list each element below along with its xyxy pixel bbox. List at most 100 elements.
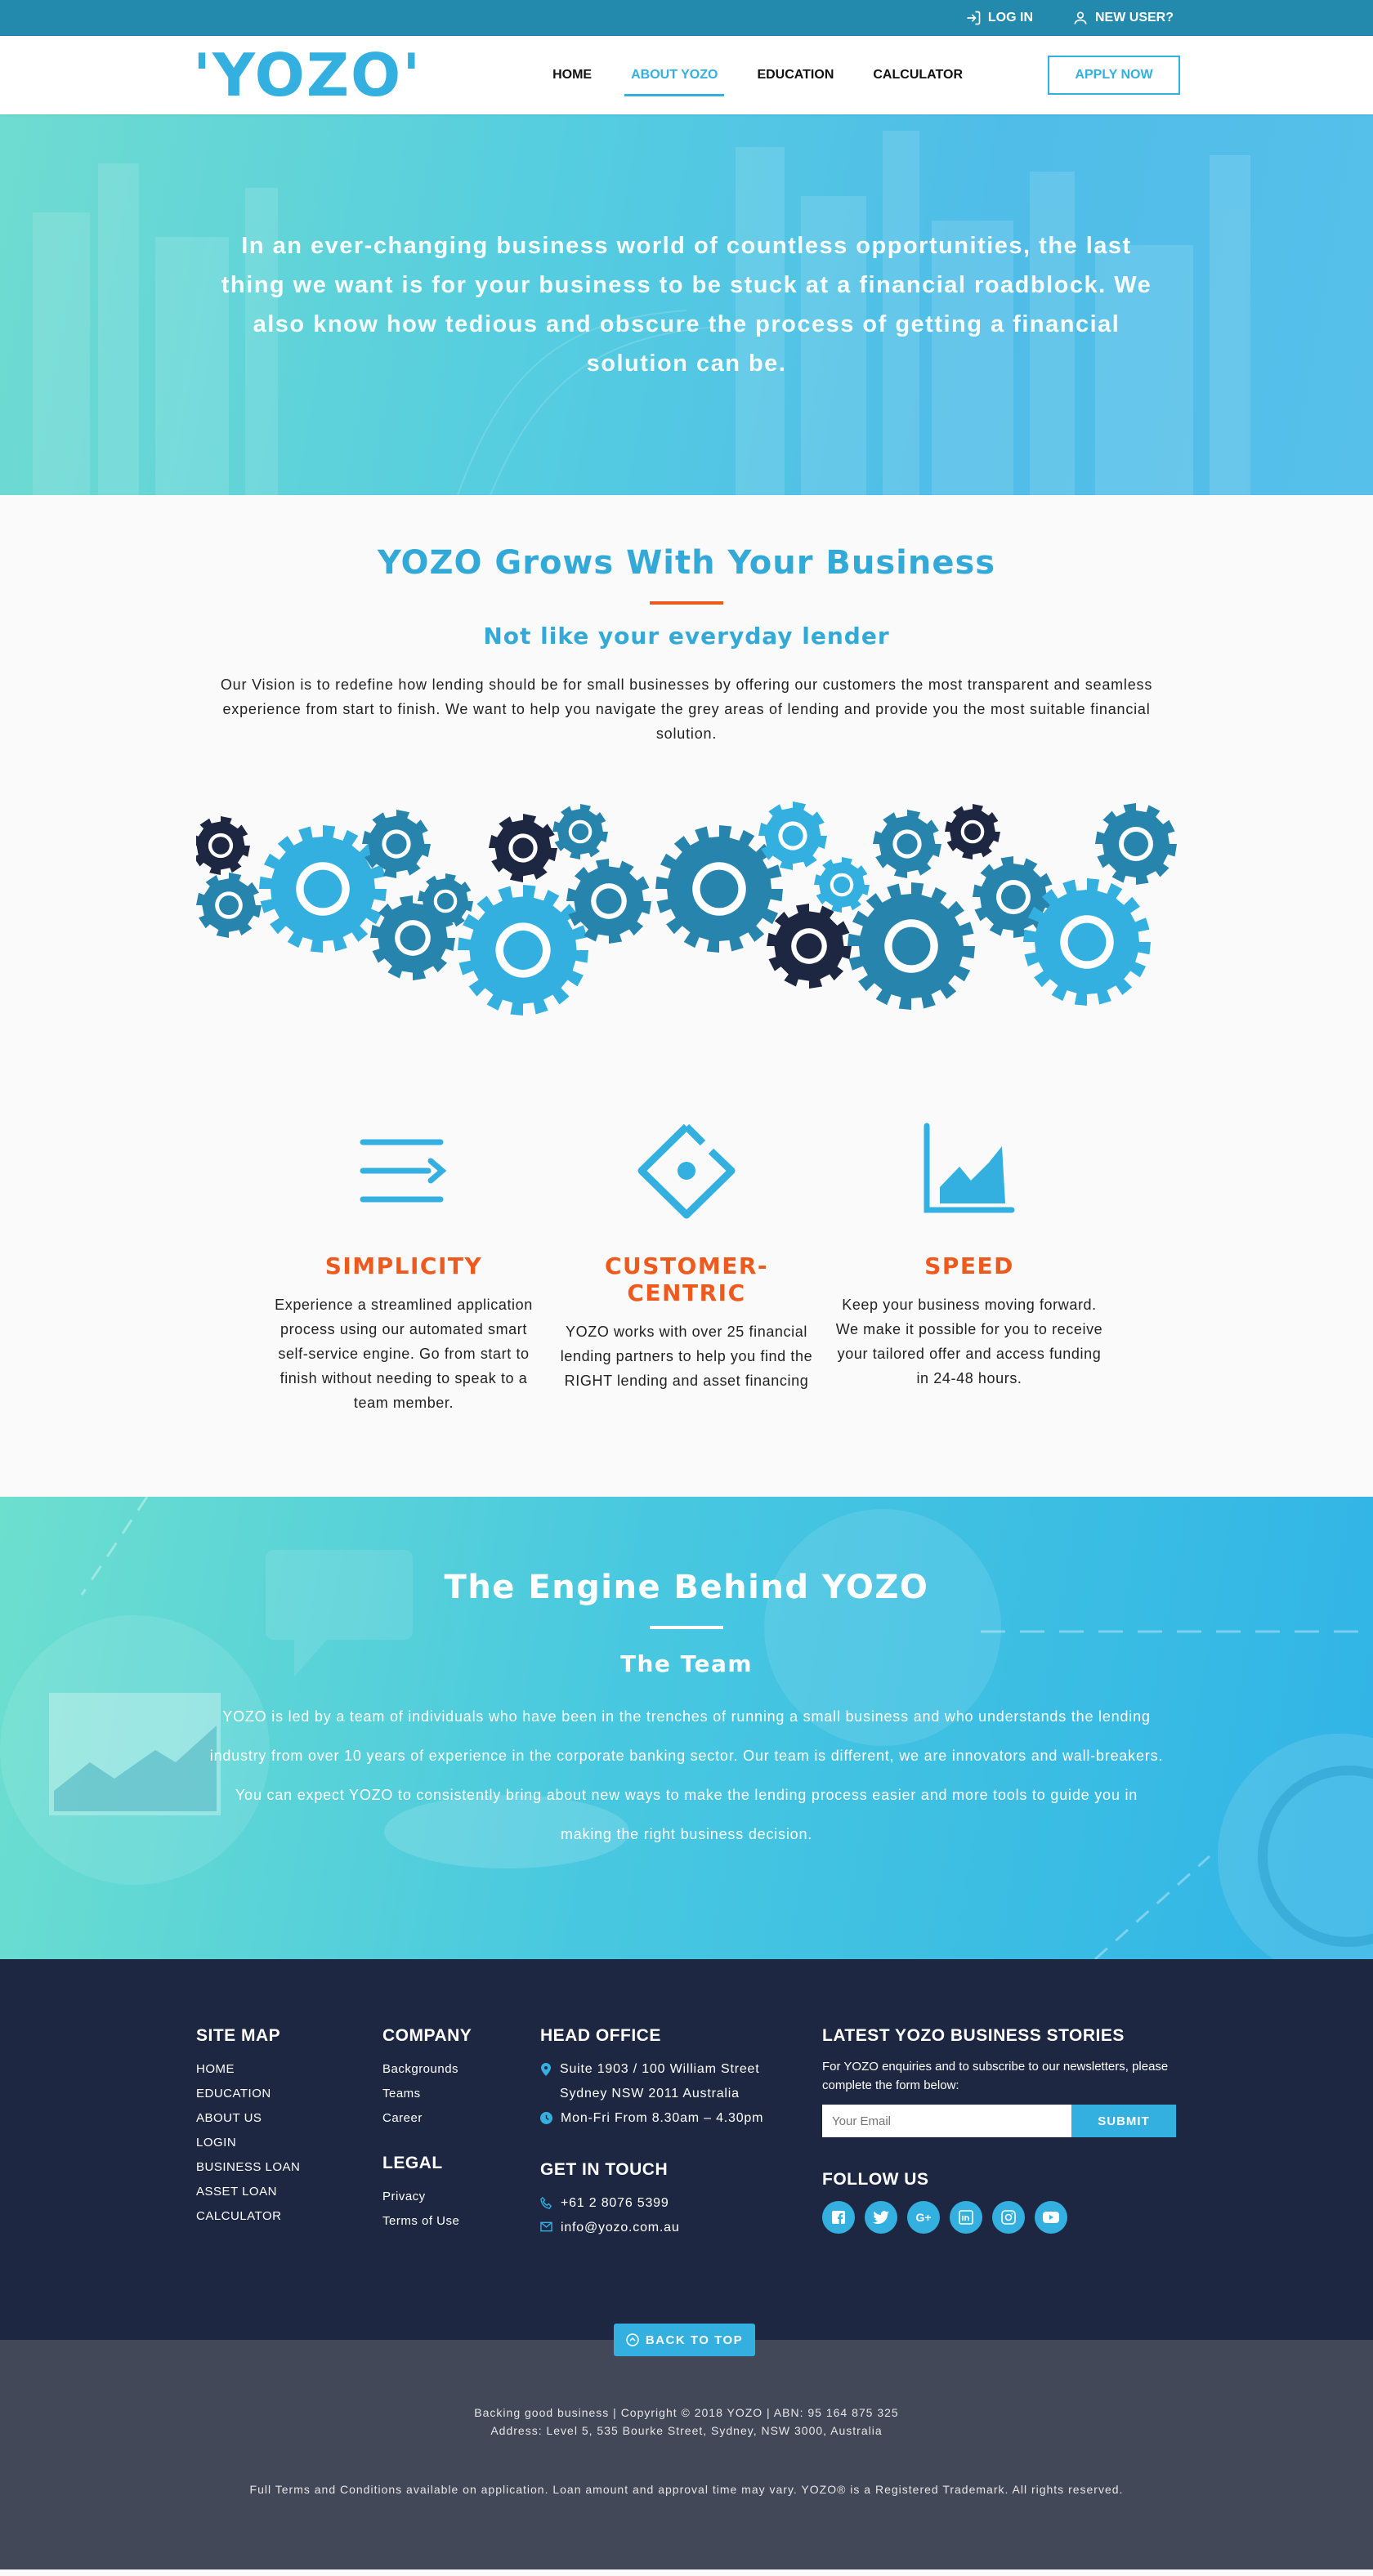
grows-title: YOZO Grows With Your Business	[377, 544, 996, 582]
back-to-top-label: BACK TO TOP	[645, 2333, 744, 2347]
gear-icon	[196, 873, 262, 938]
stories-title: LATEST YOZO BUSINESS STORIES	[822, 2026, 1125, 2045]
email[interactable]: info@yozo.com.au	[540, 2216, 822, 2240]
google-plus-icon[interactable]: G+	[907, 2201, 940, 2234]
engine-title: The Engine Behind YOZO	[444, 1569, 929, 1606]
gear-icon	[1095, 803, 1177, 885]
orange-divider	[650, 601, 723, 605]
gear-icon	[458, 885, 588, 1016]
vision-text: Our Vision is to redefine how lending sh…	[220, 676, 1153, 742]
company-link-career[interactable]: Career	[382, 2106, 540, 2131]
footer: SITE MAP HOME EDUCATION ABOUT US LOGIN B…	[0, 1959, 1373, 2356]
feature-title: SIMPLICITY	[324, 1252, 483, 1279]
feature-simplicity: SIMPLICITY Experience a streamlined appl…	[269, 1122, 539, 1415]
clock-icon	[540, 2112, 552, 2124]
address-text: Address: Level 5, 535 Bourke Street, Syd…	[490, 2424, 883, 2437]
legal-link-terms[interactable]: Terms of Use	[382, 2209, 540, 2234]
footer-newsletter: LATEST YOZO BUSINESS STORIES For YOZO en…	[822, 2026, 1182, 2240]
engine-subtitle: The Team	[619, 1650, 754, 1677]
company-link-teams[interactable]: Teams	[382, 2082, 540, 2106]
arrow-up-circle-icon	[626, 2333, 639, 2346]
sitemap-link-login[interactable]: LOGIN	[196, 2131, 382, 2155]
nav-calculator[interactable]: CALCULATOR	[853, 36, 982, 114]
gear-icon	[362, 810, 431, 878]
login-icon	[967, 11, 981, 25]
gear-icon	[848, 882, 975, 1010]
yozo-logo[interactable]: 'YOZO'	[193, 46, 422, 105]
area-chart-icon	[924, 1123, 1015, 1213]
sitemap-link-home[interactable]: HOME	[196, 2057, 382, 2082]
gear-icon	[767, 904, 852, 989]
nav-home[interactable]: HOME	[533, 36, 611, 114]
main-nav: HOME ABOUT YOZO EDUCATION CALCULATOR APP…	[533, 36, 1180, 114]
address-line-2: Sydney NSW 2011 Australia	[560, 2087, 740, 2101]
gear-icon	[552, 804, 608, 859]
gear-icon	[655, 825, 783, 953]
get-in-touch-title: GET IN TOUCH	[540, 2160, 669, 2179]
phone-number: +61 2 8076 5399	[561, 2196, 669, 2210]
back-to-top-button[interactable]: BACK TO TOP	[614, 2324, 755, 2356]
user-icon	[1074, 11, 1087, 25]
site-header: 'YOZO' HOME ABOUT YOZO EDUCATION CALCULA…	[0, 36, 1373, 114]
email-input[interactable]	[822, 2105, 1071, 2137]
sitemap-link-asset-loan[interactable]: ASSET LOAN	[196, 2180, 382, 2204]
feature-text: YOZO works with over 25 financial lendin…	[560, 1324, 813, 1389]
new-user-label: NEW USER?	[1095, 11, 1174, 25]
head-office-title: HEAD OFFICE	[540, 2026, 661, 2045]
sitemap-title: SITE MAP	[196, 2026, 281, 2045]
top-bar: LOG IN NEW USER?	[0, 0, 1373, 36]
gear-icon	[873, 810, 941, 878]
grows-section: YOZO Grows With Your Business Not like y…	[0, 495, 1373, 1016]
feature-title: SPEED	[924, 1252, 1014, 1279]
footer-sitemap: SITE MAP HOME EDUCATION ABOUT US LOGIN B…	[196, 2026, 382, 2240]
gears-illustration	[196, 801, 1177, 1016]
gear-icon	[489, 814, 557, 882]
footer-head-office: HEAD OFFICE Suite 1903 / 100 William Str…	[540, 2026, 822, 2240]
feature-text: Experience a streamlined application pro…	[275, 1297, 533, 1411]
team-text: YOZO is led by a team of individuals who…	[209, 1708, 1164, 1842]
legal-title: LEGAL	[382, 2154, 443, 2172]
feature-text: Keep your business moving forward. We ma…	[835, 1297, 1103, 1386]
twitter-icon[interactable]	[865, 2201, 897, 2234]
mail-icon	[540, 2221, 552, 2232]
gear-icon	[259, 825, 387, 953]
linkedin-icon[interactable]	[950, 2201, 982, 2234]
company-link-backgrounds[interactable]: Backgrounds	[382, 2057, 540, 2082]
follow-title: FOLLOW US	[822, 2170, 929, 2189]
hero-text: In an ever-changing business world of co…	[221, 233, 1152, 377]
gear-icon	[758, 801, 827, 870]
gear-icon	[814, 857, 870, 913]
feature-speed: SPEED Keep your business moving forward.…	[834, 1122, 1104, 1415]
instagram-icon[interactable]	[992, 2201, 1025, 2234]
login-link[interactable]: LOG IN	[965, 10, 1033, 26]
feature-customer-centric: CUSTOMER-CENTRIC YOZO works with over 25…	[552, 1122, 821, 1415]
gear-icon	[196, 816, 250, 875]
facebook-icon[interactable]	[822, 2201, 855, 2234]
list-arrow-icon	[360, 1139, 447, 1203]
phone[interactable]: +61 2 8076 5399	[540, 2191, 822, 2216]
diamond-target-icon	[637, 1123, 736, 1219]
bottom-bar: Backing good business | Copyright © 2018…	[0, 2340, 1373, 2569]
gear-icon	[945, 804, 1000, 859]
legal-link-privacy[interactable]: Privacy	[382, 2185, 540, 2209]
apply-now-button[interactable]: APPLY NOW	[1048, 56, 1180, 95]
features-row: SIMPLICITY Experience a streamlined appl…	[0, 1016, 1373, 1497]
sitemap-link-about-us[interactable]: ABOUT US	[196, 2106, 382, 2131]
new-user-link[interactable]: NEW USER?	[1072, 10, 1174, 26]
phone-icon	[540, 2197, 552, 2209]
email-address: info@yozo.com.au	[561, 2221, 680, 2234]
submit-button[interactable]: SUBMIT	[1071, 2105, 1176, 2137]
youtube-icon[interactable]	[1035, 2201, 1067, 2234]
hours-text: Mon-Fri From 8.30am – 4.30pm	[561, 2111, 764, 2125]
sitemap-link-education[interactable]: EDUCATION	[196, 2082, 382, 2106]
nav-about-yozo[interactable]: ABOUT YOZO	[611, 36, 737, 114]
company-title: COMPANY	[382, 2026, 472, 2045]
nav-education[interactable]: EDUCATION	[737, 36, 853, 114]
sitemap-link-calculator[interactable]: CALCULATOR	[196, 2204, 382, 2229]
legal-text: Full Terms and Conditions available on a…	[249, 2483, 1124, 2496]
sitemap-link-business-loan[interactable]: BUSINESS LOAN	[196, 2155, 382, 2180]
white-divider	[650, 1626, 723, 1629]
footer-company: COMPANY Backgrounds Teams Career LEGAL P…	[382, 2026, 540, 2240]
grows-subtitle: Not like your everyday lender	[483, 623, 890, 650]
feature-title: CUSTOMER-CENTRIC	[604, 1252, 769, 1306]
